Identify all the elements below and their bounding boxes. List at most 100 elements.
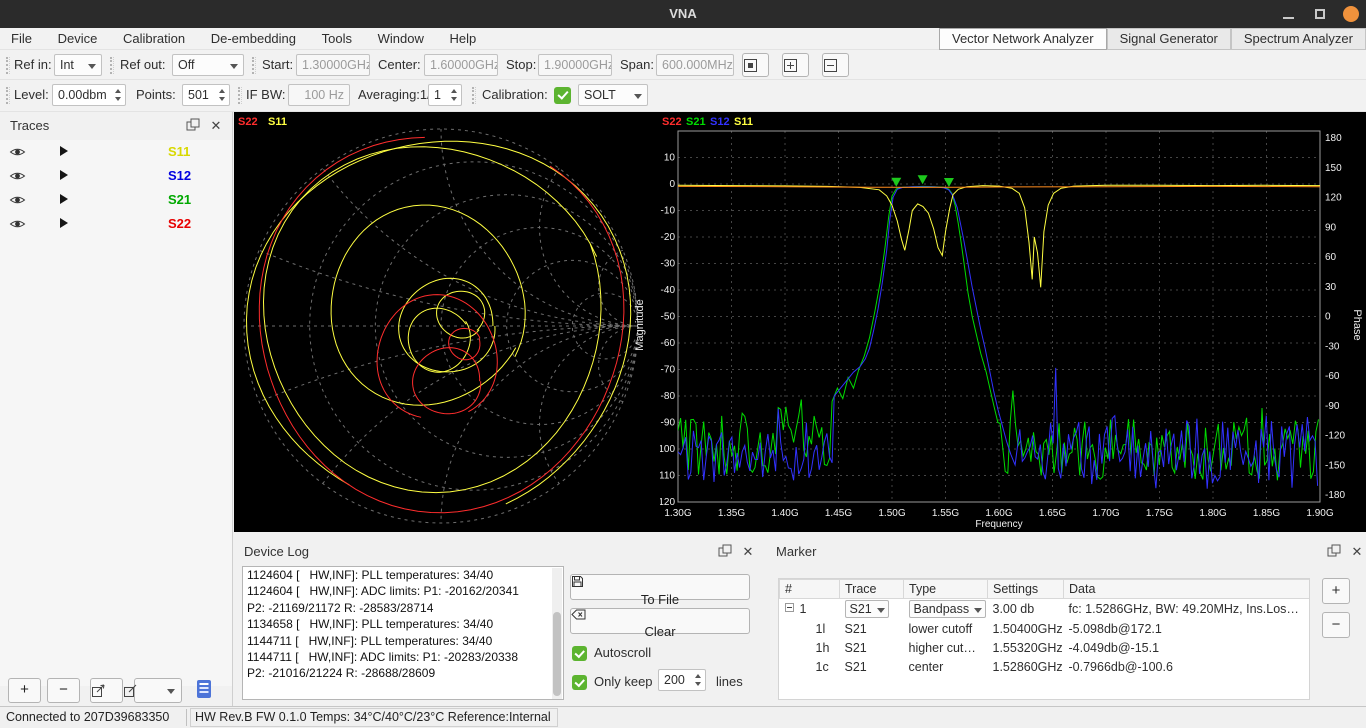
autoscroll-checkbox[interactable] bbox=[572, 646, 587, 661]
log-scrollbar-thumb[interactable] bbox=[553, 612, 561, 696]
marker-row[interactable]: 1c S21 center 1.52860GHz -0.7966db@-100.… bbox=[780, 657, 1310, 676]
col-trace[interactable]: Trace bbox=[840, 580, 904, 599]
spin-down-icon[interactable] bbox=[115, 97, 121, 101]
marker-trace-select[interactable]: S21 bbox=[845, 600, 889, 618]
toolbar-grip[interactable] bbox=[238, 87, 242, 104]
float-panel-icon[interactable] bbox=[1327, 544, 1343, 560]
ref-out-select[interactable]: Off bbox=[172, 54, 244, 76]
tab-vector-network-analyzer[interactable]: Vector Network Analyzer bbox=[939, 28, 1107, 50]
log-scrollbar[interactable] bbox=[552, 568, 562, 699]
spin-up-icon[interactable] bbox=[451, 89, 457, 93]
keep-lines-stepper[interactable]: 200 bbox=[658, 669, 706, 691]
points-stepper[interactable]: 501 bbox=[182, 84, 230, 106]
toolbar-grip[interactable] bbox=[6, 87, 10, 104]
trace-row-s11[interactable]: S11 bbox=[0, 140, 232, 164]
expand-arrow-icon[interactable] bbox=[60, 170, 68, 180]
marker-type-select[interactable]: Bandpass bbox=[909, 600, 987, 618]
log-to-file-button[interactable]: To File bbox=[570, 574, 750, 600]
calibration-checkbox[interactable] bbox=[554, 87, 571, 104]
spin-down-icon[interactable] bbox=[219, 97, 225, 101]
smith-chart[interactable]: S22S11 bbox=[234, 112, 660, 532]
remove-trace-button[interactable]: − bbox=[47, 678, 80, 703]
expand-arrow-icon[interactable] bbox=[60, 218, 68, 228]
level-stepper[interactable]: 0.00dbm bbox=[52, 84, 126, 106]
marker-row[interactable]: 1 S21 Bandpass 3.00 db fc: 1.5286GHz, BW… bbox=[780, 599, 1310, 620]
toolbar-grip[interactable] bbox=[6, 57, 10, 74]
toolbar-grip[interactable] bbox=[252, 57, 256, 74]
zoom-out-button[interactable] bbox=[822, 53, 849, 77]
tab-spectrum-analyzer[interactable]: Spectrum Analyzer bbox=[1231, 28, 1366, 50]
collapse-icon[interactable] bbox=[785, 603, 794, 612]
menu-help[interactable]: Help bbox=[439, 28, 488, 50]
magnitude-chart[interactable]: 1.30G1.35G1.40G1.45G1.50G1.55G1.60G1.65G… bbox=[660, 112, 1366, 532]
visibility-eye-icon[interactable] bbox=[9, 218, 26, 230]
center-frequency-field[interactable]: 1.60000GHz bbox=[424, 54, 498, 76]
trace-row-s21[interactable]: S21 bbox=[0, 188, 232, 212]
spin-up-icon[interactable] bbox=[219, 89, 225, 93]
spin-up-icon[interactable] bbox=[695, 674, 701, 678]
close-panel-icon[interactable]: ✕ bbox=[208, 118, 224, 134]
device-log-output[interactable]: 1124604 [ HW,INF]: PLL temperatures: 34/… bbox=[242, 566, 564, 700]
svg-text:1.30G: 1.30G bbox=[664, 508, 691, 519]
marker-settings[interactable]: 1.50400GHz bbox=[988, 619, 1064, 638]
visibility-eye-icon[interactable] bbox=[9, 170, 26, 182]
col-settings[interactable]: Settings bbox=[988, 580, 1064, 599]
import-trace-button[interactable] bbox=[90, 678, 123, 703]
maximize-button[interactable] bbox=[1308, 0, 1334, 28]
float-panel-icon[interactable] bbox=[718, 544, 734, 560]
close-panel-icon[interactable]: ✕ bbox=[740, 544, 756, 560]
visibility-eye-icon[interactable] bbox=[9, 146, 26, 158]
toolbar-grip[interactable] bbox=[472, 87, 476, 104]
minimize-button[interactable] bbox=[1276, 0, 1302, 28]
tab-signal-generator[interactable]: Signal Generator bbox=[1107, 28, 1231, 50]
menu-deembedding[interactable]: De-embedding bbox=[200, 28, 307, 50]
span-frequency-field[interactable]: 600.000MHz bbox=[656, 54, 734, 76]
close-button[interactable] bbox=[1338, 0, 1364, 28]
only-keep-label: Only keep bbox=[594, 674, 653, 689]
zoom-fit-button[interactable] bbox=[742, 53, 769, 77]
toolbar-grip[interactable] bbox=[110, 57, 114, 74]
marker-settings[interactable]: 1.52860GHz bbox=[988, 657, 1064, 676]
col-type[interactable]: Type bbox=[904, 580, 988, 599]
add-marker-button[interactable]: + bbox=[1322, 578, 1350, 604]
marker-row[interactable]: 1l S21 lower cutoff 1.50400GHz -5.098db@… bbox=[780, 619, 1310, 638]
spin-down-icon[interactable] bbox=[451, 97, 457, 101]
start-frequency-field[interactable]: 1.30000GHz bbox=[296, 54, 370, 76]
menu-device[interactable]: Device bbox=[47, 28, 109, 50]
col-num[interactable]: # bbox=[780, 580, 840, 599]
expand-arrow-icon[interactable] bbox=[60, 146, 68, 156]
ifbw-label: IF BW: bbox=[246, 80, 285, 110]
svg-text:-120: -120 bbox=[660, 497, 675, 508]
zoom-in-button[interactable] bbox=[782, 53, 809, 77]
trace-row-s22[interactable]: S22 bbox=[0, 212, 232, 236]
trace-list: S11 S12 S21 S22 bbox=[0, 140, 232, 686]
menu-tools[interactable]: Tools bbox=[311, 28, 363, 50]
log-clear-button[interactable]: Clear bbox=[570, 608, 750, 634]
float-panel-icon[interactable] bbox=[186, 118, 202, 134]
ref-in-select[interactable]: Int bbox=[54, 54, 102, 76]
menu-calibration[interactable]: Calibration bbox=[112, 28, 196, 50]
close-panel-icon[interactable]: ✕ bbox=[1349, 544, 1365, 560]
svg-text:-110: -110 bbox=[660, 471, 675, 482]
menu-file[interactable]: File bbox=[0, 28, 43, 50]
stop-frequency-field[interactable]: 1.90000GHz bbox=[538, 54, 612, 76]
col-data[interactable]: Data bbox=[1064, 580, 1310, 599]
add-trace-button[interactable]: + bbox=[8, 678, 41, 703]
marker-settings[interactable]: 1.55320GHz bbox=[988, 638, 1064, 657]
clear-backspace-icon bbox=[571, 609, 586, 620]
marker-row[interactable]: 1h S21 higher cut… 1.55320GHz -4.049db@-… bbox=[780, 638, 1310, 657]
expand-arrow-icon[interactable] bbox=[60, 194, 68, 204]
ifbw-field[interactable]: 100 Hz bbox=[288, 84, 350, 106]
spin-up-icon[interactable] bbox=[115, 89, 121, 93]
trace-data-button[interactable] bbox=[196, 679, 213, 699]
spin-down-icon[interactable] bbox=[695, 682, 701, 686]
only-keep-checkbox[interactable] bbox=[572, 675, 587, 690]
averaging-stepper[interactable]: 1 bbox=[428, 84, 462, 106]
trace-row-s12[interactable]: S12 bbox=[0, 164, 232, 188]
export-trace-button[interactable] bbox=[134, 678, 182, 703]
remove-marker-button[interactable]: − bbox=[1322, 612, 1350, 638]
menu-window[interactable]: Window bbox=[367, 28, 435, 50]
calibration-type-select[interactable]: SOLT bbox=[578, 84, 648, 106]
visibility-eye-icon[interactable] bbox=[9, 194, 26, 206]
marker-settings[interactable]: 3.00 db bbox=[988, 599, 1064, 620]
